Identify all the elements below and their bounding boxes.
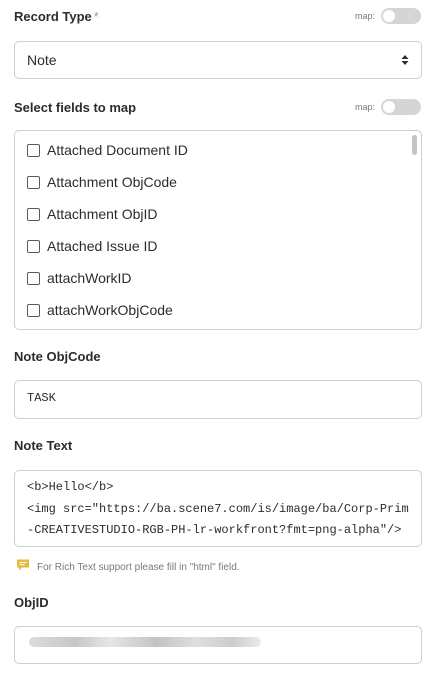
note-objcode-field[interactable]: TASK bbox=[14, 380, 422, 419]
note-objcode-label: Note ObjCode bbox=[14, 349, 101, 364]
checkbox[interactable] bbox=[27, 239, 40, 253]
rich-text-hint: For Rich Text support please fill in "ht… bbox=[16, 558, 240, 577]
objid-header: ObjID bbox=[14, 595, 421, 610]
checkbox[interactable] bbox=[27, 175, 40, 189]
note-text-field[interactable]: <b>Hello</b> <img src="https://ba.scene7… bbox=[14, 470, 422, 547]
checkbox[interactable] bbox=[27, 207, 40, 221]
checkbox[interactable] bbox=[27, 271, 40, 285]
select-fields-map-switch[interactable] bbox=[381, 99, 421, 115]
record-type-map-toggle: map: bbox=[355, 8, 421, 24]
note-text-line: -CREATIVESTUDIO-RGB-PH-lr-workfront?fmt=… bbox=[27, 523, 402, 537]
list-item[interactable]: Attached Issue ID bbox=[27, 236, 158, 256]
comment-icon bbox=[16, 558, 30, 577]
note-text-line: <b>Hello</b> bbox=[27, 480, 114, 494]
field-label: attachWorkID bbox=[47, 270, 132, 286]
record-type-label: Record Type * bbox=[14, 8, 99, 24]
note-text-label: Note Text bbox=[14, 438, 73, 453]
map-label: map: bbox=[354, 102, 375, 112]
checkbox[interactable] bbox=[27, 143, 40, 157]
select-fields-map-toggle: map: bbox=[355, 99, 421, 115]
note-objcode-value: TASK bbox=[27, 391, 56, 405]
scrollbar[interactable] bbox=[412, 135, 417, 155]
field-label: Attachment ObjID bbox=[47, 206, 158, 222]
checkbox[interactable] bbox=[27, 303, 40, 317]
field-label: Attachment ObjCode bbox=[47, 174, 177, 190]
record-type-map-switch[interactable] bbox=[381, 8, 421, 24]
field-label: attachWorkObjCode bbox=[47, 302, 173, 318]
fields-list[interactable]: Attached Document ID Attachment ObjCode … bbox=[14, 130, 422, 330]
record-type-header: Record Type * map: bbox=[14, 8, 421, 24]
objid-field[interactable] bbox=[14, 626, 422, 664]
note-text-line: <img src="https://ba.scene7.com/is/image… bbox=[27, 502, 409, 516]
record-type-selected-value: Note bbox=[27, 52, 57, 68]
map-label: map: bbox=[354, 11, 375, 21]
field-label: Attached Issue ID bbox=[47, 238, 158, 254]
list-item[interactable]: Attachment ObjCode bbox=[27, 172, 177, 192]
redacted-value bbox=[29, 637, 261, 647]
list-item[interactable]: Attached Document ID bbox=[27, 140, 188, 160]
switch-knob bbox=[383, 101, 395, 113]
chevron-up-down-icon bbox=[401, 54, 409, 66]
list-item[interactable]: attachWorkObjCode bbox=[27, 300, 173, 320]
hint-text: For Rich Text support please fill in "ht… bbox=[37, 562, 240, 573]
select-fields-header: Select fields to map map: bbox=[14, 99, 421, 115]
record-type-select[interactable]: Note bbox=[14, 41, 422, 79]
list-item[interactable]: attachWorkID bbox=[27, 268, 132, 288]
select-fields-label: Select fields to map bbox=[14, 99, 137, 115]
objid-label: ObjID bbox=[14, 595, 49, 610]
switch-knob bbox=[383, 10, 395, 22]
note-objcode-header: Note ObjCode bbox=[14, 349, 421, 364]
required-mark: * bbox=[93, 8, 99, 24]
field-label: Attached Document ID bbox=[47, 142, 188, 158]
note-text-header: Note Text bbox=[14, 438, 421, 453]
list-item[interactable]: Attachment ObjID bbox=[27, 204, 158, 224]
